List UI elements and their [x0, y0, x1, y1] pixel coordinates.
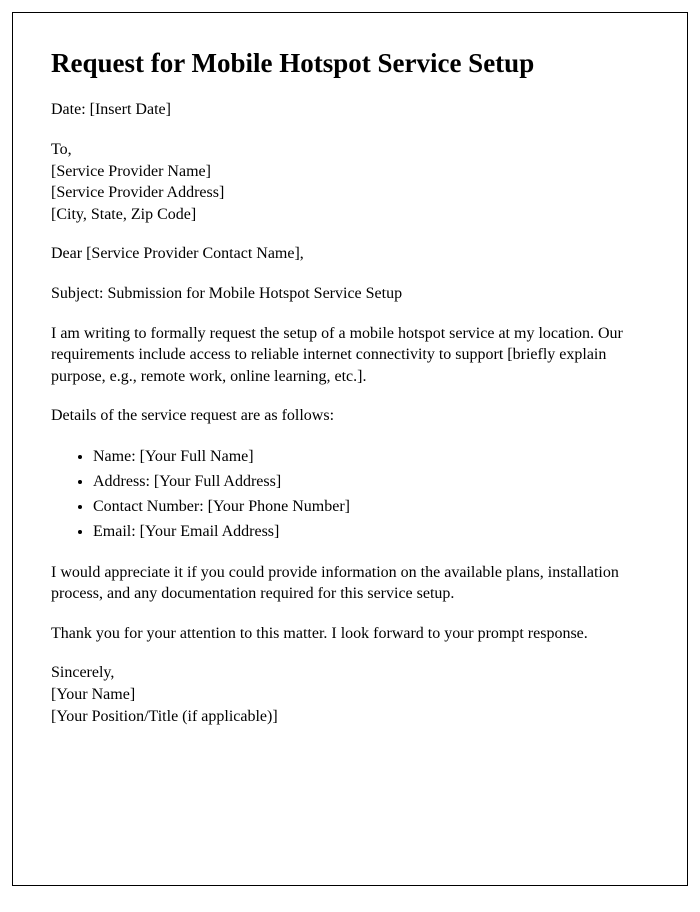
body-paragraph-3: Thank you for your attention to this mat…	[51, 623, 649, 645]
list-item: Contact Number: [Your Phone Number]	[93, 495, 649, 518]
provider-name: [Service Provider Name]	[51, 161, 649, 183]
list-item: Address: [Your Full Address]	[93, 470, 649, 493]
provider-address: [Service Provider Address]	[51, 182, 649, 204]
closing-name: [Your Name]	[51, 684, 649, 706]
list-item: Email: [Your Email Address]	[93, 520, 649, 543]
closing-title: [Your Position/Title (if applicable)]	[51, 706, 649, 728]
body-paragraph-2: I would appreciate it if you could provi…	[51, 562, 649, 605]
provider-city-state-zip: [City, State, Zip Code]	[51, 204, 649, 226]
date-line: Date: [Insert Date]	[51, 99, 649, 121]
details-list: Name: [Your Full Name] Address: [Your Fu…	[51, 445, 649, 544]
salutation: Dear [Service Provider Contact Name],	[51, 243, 649, 265]
page-title: Request for Mobile Hotspot Service Setup	[51, 47, 649, 79]
list-item: Name: [Your Full Name]	[93, 445, 649, 468]
recipient-address-block: To, [Service Provider Name] [Service Pro…	[51, 139, 649, 225]
subject-line: Subject: Submission for Mobile Hotspot S…	[51, 283, 649, 305]
to-line: To,	[51, 139, 649, 161]
closing-sincerely: Sincerely,	[51, 662, 649, 684]
document-page: Request for Mobile Hotspot Service Setup…	[12, 12, 688, 886]
details-intro: Details of the service request are as fo…	[51, 405, 649, 427]
closing-block: Sincerely, [Your Name] [Your Position/Ti…	[51, 662, 649, 727]
body-paragraph-1: I am writing to formally request the set…	[51, 323, 649, 388]
